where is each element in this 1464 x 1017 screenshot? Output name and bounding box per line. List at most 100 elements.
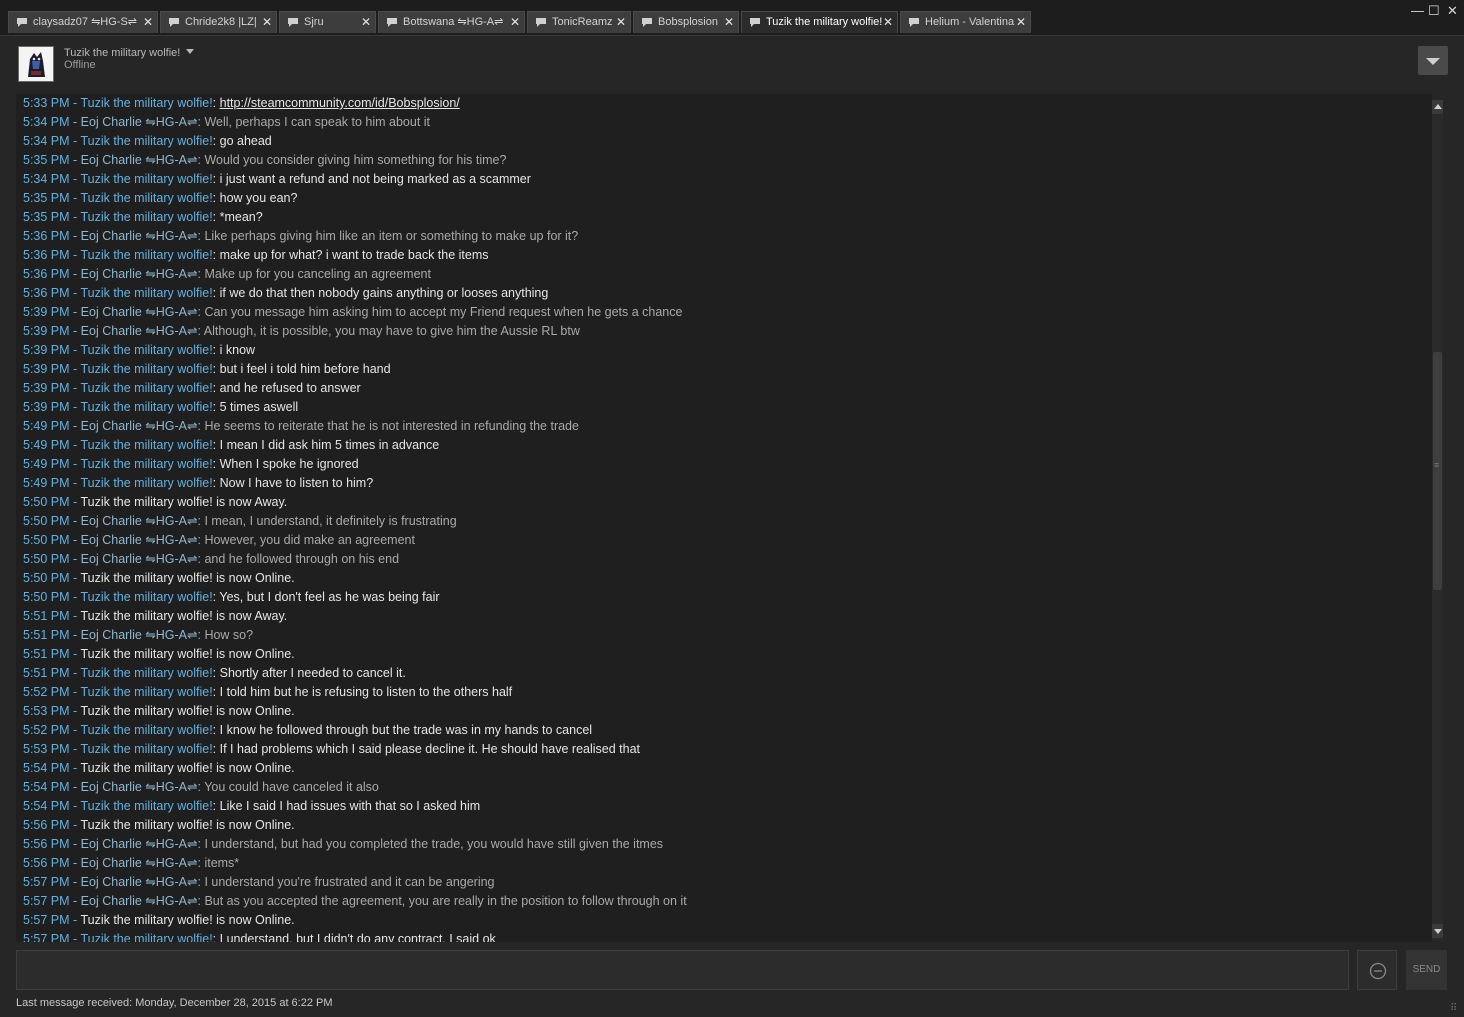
- resize-grip-icon[interactable]: ⠿: [1450, 1003, 1457, 1014]
- tab-chat[interactable]: Sjru ✕: [279, 11, 376, 33]
- message-separator: -: [69, 685, 81, 699]
- tab-close-icon[interactable]: ✕: [1016, 12, 1026, 32]
- message-timestamp: 5:49 PM: [23, 476, 70, 490]
- message-sender[interactable]: Eoj Charlie ⇋HG-A⇌: [81, 837, 198, 851]
- message-sender[interactable]: Eoj Charlie ⇋HG-A⇌: [81, 514, 198, 528]
- message-text: i just want a refund and not being marke…: [219, 172, 531, 186]
- tab-close-icon[interactable]: ✕: [616, 12, 626, 32]
- message-sender[interactable]: Tuzik the military wolfie!: [80, 685, 212, 699]
- scroll-up-arrow-icon[interactable]: [1432, 100, 1443, 114]
- message-sender[interactable]: Tuzik the military wolfie!: [80, 191, 212, 205]
- message-timestamp: 5:39 PM: [23, 343, 70, 357]
- message-sender[interactable]: Eoj Charlie ⇋HG-A⇌: [81, 780, 198, 794]
- message-text: But as you accepted the agreement, you a…: [204, 894, 687, 908]
- message-sender[interactable]: Tuzik the military wolfie!: [80, 381, 212, 395]
- message-separator: -: [69, 761, 81, 775]
- message-text: go ahead: [219, 134, 272, 148]
- scroll-down-arrow-icon[interactable]: [1432, 924, 1443, 938]
- chat-message: 5:53 PM - Tuzik the military wolfie!: If…: [23, 740, 687, 759]
- message-sender[interactable]: Eoj Charlie ⇋HG-A⇌: [81, 533, 198, 547]
- message-text: I mean I did ask him 5 times in advance: [219, 438, 440, 452]
- message-timestamp: 5:35 PM: [23, 210, 70, 224]
- message-timestamp: 5:57 PM: [23, 913, 70, 927]
- tab-close-icon[interactable]: ✕: [883, 12, 893, 32]
- message-timestamp: 5:51 PM: [23, 628, 70, 642]
- tab-chat[interactable]: Helium - Valentina ✕: [900, 11, 1031, 33]
- message-sender[interactable]: Tuzik the military wolfie!: [80, 723, 212, 737]
- message-sender[interactable]: Tuzik the military wolfie!: [80, 210, 212, 224]
- message-sender[interactable]: Tuzik the military wolfie!: [80, 343, 212, 357]
- dropdown-caret-icon[interactable]: [186, 49, 195, 54]
- message-input[interactable]: [16, 950, 1349, 990]
- message-sender[interactable]: Eoj Charlie ⇋HG-A⇌: [81, 894, 198, 908]
- message-timestamp: 5:34 PM: [23, 134, 70, 148]
- message-sender[interactable]: Tuzik the military wolfie!: [80, 134, 212, 148]
- tab-chat[interactable]: TonicReamz ✕: [527, 11, 631, 33]
- message-separator: -: [69, 837, 81, 851]
- tab-chat[interactable]: claysadz07 ⇋HG-S⇌ ✕: [8, 11, 158, 33]
- message-text: Would you consider giving him something …: [204, 153, 507, 167]
- message-link[interactable]: http://steamcommunity.com/id/Bobsplosion…: [220, 96, 460, 110]
- message-sender[interactable]: Eoj Charlie ⇋HG-A⇌: [81, 267, 198, 281]
- tab-chat[interactable]: Chride2k8 |LZ| ✕: [160, 11, 277, 33]
- tab-close-icon[interactable]: ✕: [510, 12, 520, 32]
- message-sender[interactable]: Eoj Charlie ⇋HG-A⇌: [81, 628, 198, 642]
- chat-message: 5:51 PM - Tuzik the military wolfie! is …: [23, 645, 687, 664]
- message-timestamp: 5:36 PM: [23, 229, 70, 243]
- message-sender[interactable]: Tuzik the military wolfie!: [80, 362, 212, 376]
- message-sender[interactable]: Tuzik the military wolfie!: [80, 742, 212, 756]
- close-icon[interactable]: ✕: [1447, 3, 1458, 19]
- tab-close-icon[interactable]: ✕: [262, 12, 272, 32]
- chat-message: 5:35 PM - Tuzik the military wolfie!: *m…: [23, 208, 687, 227]
- minimize-icon[interactable]: —: [1411, 3, 1424, 18]
- message-separator: -: [69, 286, 81, 300]
- friend-name[interactable]: Tuzik the military wolfie!: [64, 47, 195, 59]
- scroll-thumb[interactable]: [1433, 352, 1442, 590]
- chat-message: 5:36 PM - Eoj Charlie ⇋HG-A⇌: Make up fo…: [23, 265, 687, 284]
- tab-close-icon[interactable]: ✕: [724, 12, 734, 32]
- message-separator: -: [69, 96, 81, 110]
- message-sender[interactable]: Tuzik the military wolfie!: [80, 172, 212, 186]
- message-sender[interactable]: Eoj Charlie ⇋HG-A⇌: [81, 856, 198, 870]
- message-sender[interactable]: Tuzik the military wolfie!: [80, 96, 212, 110]
- message-separator: -: [69, 780, 81, 794]
- avatar[interactable]: [18, 46, 54, 82]
- tab-chat[interactable]: Tuzik the military wolfie! ✕: [741, 11, 898, 33]
- tab-close-icon[interactable]: ✕: [361, 12, 371, 32]
- message-sender[interactable]: Eoj Charlie ⇋HG-A⇌: [81, 552, 198, 566]
- message-sender[interactable]: Eoj Charlie ⇋HG-A⇌: [81, 153, 198, 167]
- maximize-icon[interactable]: ☐: [1428, 3, 1440, 19]
- message-sender[interactable]: Eoj Charlie ⇋HG-A⇌: [81, 305, 198, 319]
- tab-close-icon[interactable]: ✕: [143, 12, 153, 32]
- message-separator: -: [69, 153, 81, 167]
- message-sender[interactable]: Tuzik the military wolfie!: [80, 799, 212, 813]
- message-sender[interactable]: Tuzik the military wolfie!: [80, 457, 212, 471]
- message-sender[interactable]: Tuzik the military wolfie!: [80, 438, 212, 452]
- message-sender[interactable]: Eoj Charlie ⇋HG-A⇌: [81, 229, 198, 243]
- message-sender[interactable]: Tuzik the military wolfie!: [80, 400, 212, 414]
- chat-options-button[interactable]: [1418, 46, 1448, 75]
- message-separator: -: [69, 609, 81, 623]
- message-sender[interactable]: Tuzik the military wolfie!: [80, 590, 212, 604]
- message-sender[interactable]: Tuzik the military wolfie!: [80, 286, 212, 300]
- message-colon: :: [212, 476, 220, 490]
- scrollbar[interactable]: [1432, 100, 1443, 940]
- message-text: Shortly after I needed to cancel it.: [219, 666, 406, 680]
- message-timestamp: 5:36 PM: [23, 267, 70, 281]
- tab-chat[interactable]: Bobsplosion ✕: [633, 11, 739, 33]
- message-sender[interactable]: Eoj Charlie ⇋HG-A⇌: [81, 324, 198, 338]
- message-sender[interactable]: Eoj Charlie ⇋HG-A⇌: [81, 419, 198, 433]
- tab-chat[interactable]: Bottswana ⇋HG-A⇌ ✕: [378, 11, 525, 33]
- message-sender[interactable]: Tuzik the military wolfie!: [80, 932, 212, 942]
- message-text: I mean, I understand, it definitely is f…: [204, 514, 457, 528]
- send-button[interactable]: SEND: [1406, 950, 1447, 990]
- chat-message: 5:50 PM - Tuzik the military wolfie! is …: [23, 569, 687, 588]
- message-sender[interactable]: Tuzik the military wolfie!: [80, 476, 212, 490]
- message-sender[interactable]: Eoj Charlie ⇋HG-A⇌: [81, 115, 198, 129]
- message-sender[interactable]: Tuzik the military wolfie!: [80, 666, 212, 680]
- message-sender[interactable]: Eoj Charlie ⇋HG-A⇌: [81, 875, 198, 889]
- message-sender[interactable]: Tuzik the military wolfie!: [80, 248, 212, 262]
- message-timestamp: 5:39 PM: [23, 324, 70, 338]
- message-text: but i feel i told him before hand: [219, 362, 391, 376]
- emoticon-button[interactable]: [1357, 950, 1397, 990]
